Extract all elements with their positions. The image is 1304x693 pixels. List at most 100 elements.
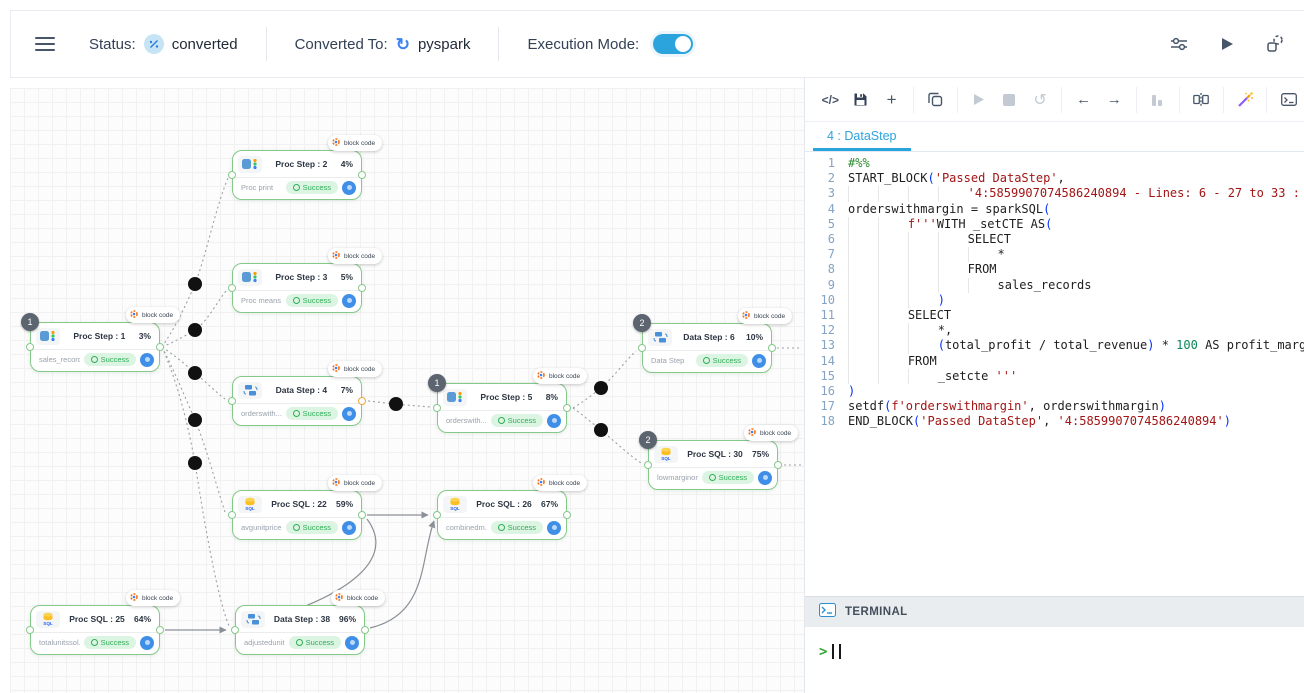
code-line: 13 (total_profit / total_revenue) * 100 … (805, 338, 1304, 353)
node-dataset-label: Proc means (241, 296, 282, 305)
input-port[interactable] (644, 461, 652, 469)
node-proc-sql-22[interactable]: block codeSQLProc SQL : 2259%avgunitpric… (232, 490, 362, 540)
node-view-button[interactable] (342, 294, 356, 308)
line-number: 6 (805, 232, 835, 247)
output-port[interactable] (768, 344, 776, 352)
auto-layout-icon[interactable] (1264, 33, 1286, 55)
node-view-button[interactable] (345, 636, 359, 650)
filter-settings-icon[interactable] (1168, 33, 1190, 55)
app-root: Status: converted Converted To: ↻ pyspar… (0, 0, 1304, 693)
input-port[interactable] (231, 626, 239, 634)
input-port[interactable] (228, 511, 236, 519)
stop-icon[interactable] (997, 87, 1022, 113)
run-icon[interactable] (1216, 33, 1238, 55)
node-view-button[interactable] (342, 181, 356, 195)
node-data-step-6[interactable]: 2block codeData Step : 610%Data StepSucc… (642, 323, 772, 373)
input-port[interactable] (228, 397, 236, 405)
block-code-label: block code (754, 313, 785, 320)
node-view-button[interactable] (342, 521, 356, 535)
block-code-chip[interactable]: block code (126, 590, 180, 606)
input-port[interactable] (638, 344, 646, 352)
menu-icon[interactable] (35, 37, 55, 51)
block-code-chip[interactable]: block code (744, 425, 798, 441)
block-code-chip[interactable]: block code (331, 590, 385, 606)
node-view-button[interactable] (752, 354, 766, 368)
input-port[interactable] (26, 626, 34, 634)
block-code-chip[interactable]: block code (328, 361, 382, 377)
input-port[interactable] (433, 511, 441, 519)
status-badge: Success (286, 181, 338, 194)
compare-icon[interactable] (1189, 87, 1214, 113)
proc-step-icon (238, 156, 262, 173)
node-proc-step-3[interactable]: block codeProc Step : 35%Proc meansSucce… (232, 263, 362, 313)
node-view-button[interactable] (140, 353, 154, 367)
block-code-chip[interactable]: block code (533, 475, 587, 491)
node-view-button[interactable] (140, 636, 154, 650)
add-icon[interactable]: + (879, 87, 904, 113)
node-proc-step-1[interactable]: 1block codeProc Step : 13%sales_recordsS… (30, 322, 160, 372)
tab-datastep[interactable]: 4 : DataStep (813, 123, 911, 151)
node-proc-step-2[interactable]: block codeProc Step : 24%Proc printSucce… (232, 150, 362, 200)
node-view-button[interactable] (547, 521, 561, 535)
terminal-body[interactable]: > (805, 627, 1304, 693)
magic-wand-icon[interactable] (1233, 87, 1258, 113)
block-code-label: block code (549, 480, 580, 487)
terminal-header[interactable]: TERMINAL (805, 596, 1304, 627)
node-data-step-4[interactable]: block codeData Step : 47%orderswith...Su… (232, 376, 362, 426)
node-view-button[interactable] (547, 414, 561, 428)
status-badge: Success (84, 636, 136, 649)
output-port[interactable] (156, 343, 164, 351)
copy-icon[interactable] (923, 87, 948, 113)
line-number: 10 (805, 293, 835, 308)
output-port[interactable] (358, 397, 366, 405)
output-port[interactable] (563, 511, 571, 519)
output-port[interactable] (358, 171, 366, 179)
output-port[interactable] (563, 404, 571, 412)
node-proc-step-5[interactable]: 1block codeProc Step : 58%orderswith...S… (437, 383, 567, 433)
execution-mode-toggle[interactable] (653, 34, 693, 54)
block-code-chip[interactable]: block code (738, 308, 792, 324)
save-icon[interactable] (849, 87, 874, 113)
output-port[interactable] (156, 626, 164, 634)
forward-icon[interactable]: → (1102, 87, 1127, 113)
block-code-icon (334, 592, 344, 604)
node-proc-sql-30[interactable]: 2block codeSQLProc SQL : 3075%lowmargino… (648, 440, 778, 490)
line-number: 14 (805, 354, 835, 369)
node-proc-sql-25[interactable]: block codeSQLProc SQL : 2564%totalunitss… (30, 605, 160, 655)
output-port[interactable] (358, 511, 366, 519)
node-header: Proc Step : 13% (31, 323, 159, 350)
run-icon[interactable] (966, 87, 991, 113)
converted-value: pyspark (418, 36, 471, 53)
node-footer: orderswith...Success (233, 404, 361, 423)
block-code-chip[interactable]: block code (328, 475, 382, 491)
input-port[interactable] (228, 171, 236, 179)
block-code-chip[interactable]: block code (328, 135, 382, 151)
chart-icon[interactable] (1146, 87, 1171, 113)
node-view-button[interactable] (758, 471, 772, 485)
node-percent: 75% (752, 449, 769, 459)
block-code-chip[interactable]: block code (126, 307, 180, 323)
node-proc-sql-26[interactable]: block codeSQLProc SQL : 2667%combinedm..… (437, 490, 567, 540)
output-port[interactable] (774, 461, 782, 469)
input-port[interactable] (433, 404, 441, 412)
output-port[interactable] (361, 626, 369, 634)
code-icon[interactable]: </> (818, 87, 843, 113)
code-editor[interactable]: 1#%%2START_BLOCK('Passed DataStep',3 '4:… (805, 152, 1304, 596)
node-footer: Proc printSuccess (233, 178, 361, 197)
flow-graph-canvas[interactable]: 1block codeProc Step : 13%sales_recordsS… (10, 88, 804, 693)
block-code-chip[interactable]: block code (533, 368, 587, 384)
block-code-chip[interactable]: block code (328, 248, 382, 264)
node-view-button[interactable] (342, 407, 356, 421)
back-icon[interactable]: ← (1071, 87, 1096, 113)
output-port[interactable] (358, 284, 366, 292)
terminal-icon[interactable] (1276, 87, 1301, 113)
node-dataset-label: avgunitprice... (241, 523, 282, 532)
line-number: 15 (805, 369, 835, 384)
node-data-step-38[interactable]: block codeData Step : 3896%adjustedunit.… (235, 605, 365, 655)
node-header: SQLProc SQL : 2667% (438, 491, 566, 518)
input-port[interactable] (26, 343, 34, 351)
block-code-icon (536, 370, 546, 382)
top-toolbar: Status: converted Converted To: ↻ pyspar… (10, 10, 1304, 78)
undo-icon[interactable]: ↺ (1028, 87, 1053, 113)
input-port[interactable] (228, 284, 236, 292)
